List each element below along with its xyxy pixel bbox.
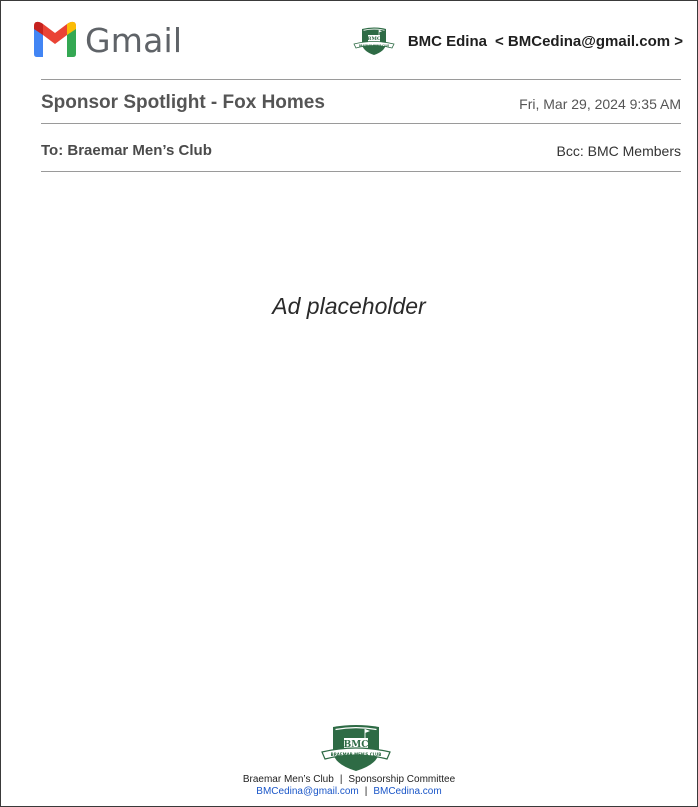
footer-separator: |	[364, 786, 368, 797]
divider	[41, 123, 681, 124]
bmc-shield-icon: BMC BRAEMAR MEN'S CLUB	[353, 27, 395, 55]
to-recipient: To: Braemar Men’s Club	[41, 142, 212, 159]
sender-name: BMC Edina	[407, 32, 487, 50]
footer-contact-line: BMCedina@gmail.com | BMCedina.com	[1, 786, 697, 797]
divider	[41, 79, 681, 80]
email-date: Fri, Mar 29, 2024 9:35 AM	[519, 96, 681, 112]
sender-info: BMC BRAEMAR MEN'S CLUB BMC Edina < BMCed…	[352, 26, 683, 56]
footer-club-name: Braemar Men’s Club	[242, 774, 334, 785]
gmail-logo[interactable]: Gmail	[31, 20, 182, 58]
sender-email[interactable]: < BMCedina@gmail.com >	[495, 33, 683, 50]
footer-club-line: Braemar Men’s Club | Sponsorship Committee	[1, 774, 697, 785]
svg-text:BRAEMAR MEN'S CLUB: BRAEMAR MEN'S CLUB	[359, 45, 389, 48]
email-page: Gmail BMC BRAEMAR MEN'S CLUB BMC Edina <…	[0, 0, 698, 807]
gmail-wordmark: Gmail	[85, 20, 183, 60]
footer-committee: Sponsorship Committee	[348, 774, 456, 785]
gmail-m-icon	[34, 21, 76, 57]
email-subject: Sponsor Spotlight - Fox Homes	[41, 92, 325, 113]
footer-separator: |	[339, 774, 343, 785]
footer-email-link[interactable]: BMCedina@gmail.com	[256, 786, 358, 797]
footer-website-link[interactable]: BMCedina.com	[373, 786, 441, 797]
bmc-footer-shield-icon: BMC BRAEMAR MEN'S CLUB	[321, 725, 391, 771]
ad-placeholder: Ad placeholder	[272, 293, 426, 319]
divider	[41, 171, 681, 172]
svg-text:BRAEMAR MEN'S CLUB: BRAEMAR MEN'S CLUB	[331, 752, 382, 757]
bcc-recipient: Bcc: BMC Members	[556, 143, 681, 159]
